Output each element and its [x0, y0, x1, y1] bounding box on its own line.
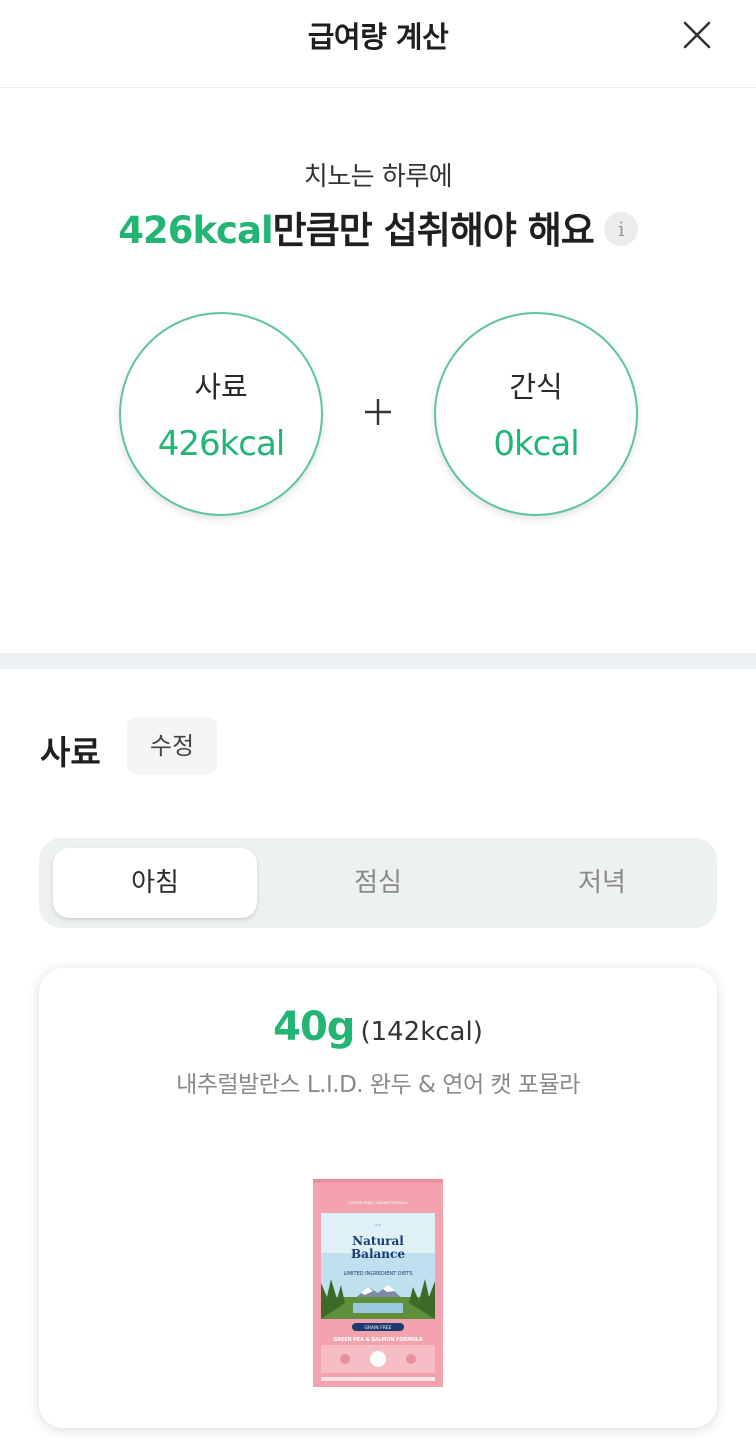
close-icon	[683, 21, 711, 49]
snack-circle-value: 0kcal	[493, 424, 579, 464]
package-brand-line1: Natural	[352, 1234, 404, 1248]
meal-food-card: 40g (142kcal) 내추럴발란스 L.I.D. 완두 & 연어 캣 포뮬라…	[39, 968, 717, 1428]
package-formula-text: GREEN PEA & SALMON FORMULA	[333, 1337, 422, 1343]
meal-tabs: 아침 점심 저녁	[39, 838, 717, 928]
edit-food-button[interactable]: 수정	[127, 717, 217, 775]
daily-calorie-headline: 426kcal만큼만 섭취해야 해요 i	[0, 200, 756, 254]
svg-text:≈ ≈: ≈ ≈	[375, 1223, 381, 1227]
package-brand-line2: Balance	[351, 1247, 405, 1261]
daily-kcal-value: 426kcal	[118, 209, 273, 252]
feeding-amount: 40g (142kcal)	[39, 1004, 717, 1050]
svg-text:LIMITED FEED / GRAINS FORMULA: LIMITED FEED / GRAINS FORMULA	[348, 1201, 408, 1205]
daily-kcal-suffix: 만큼만 섭취해야 해요	[272, 209, 595, 252]
tab-dinner[interactable]: 저녁	[500, 848, 704, 918]
package-badge-text: GRAIN FREE	[364, 1325, 391, 1331]
food-circle-label: 사료	[194, 370, 248, 404]
tab-lunch[interactable]: 점심	[276, 848, 480, 918]
food-section-title: 사료	[40, 733, 101, 772]
section-divider	[0, 653, 756, 669]
feeding-grams: 40g	[273, 1004, 355, 1050]
food-circle-value: 426kcal	[157, 424, 286, 464]
page-title: 급여량 계산	[307, 20, 449, 54]
snack-circle-label: 간식	[509, 370, 563, 404]
feeding-kcal: (142kcal)	[360, 1017, 483, 1047]
tab-breakfast[interactable]: 아침	[53, 848, 257, 918]
package-line-text: LIMITED INGREDIENT DIETS	[343, 1271, 412, 1277]
product-name: 내추럴발란스 L.I.D. 완두 & 연어 캣 포뮬라	[176, 1072, 580, 1098]
plus-icon	[365, 399, 391, 425]
close-button[interactable]	[676, 14, 718, 56]
food-kcal-circle: 사료 426kcal	[119, 312, 323, 516]
snack-kcal-circle: 간식 0kcal	[434, 312, 638, 516]
header: 급여량 계산	[0, 0, 756, 88]
daily-intro-text: 치노는 하루에	[303, 162, 453, 192]
info-icon[interactable]: i	[603, 212, 638, 246]
product-package-image: LIMITED FEED / GRAINS FORMULA ≈ ≈ Natura…	[313, 1179, 443, 1387]
